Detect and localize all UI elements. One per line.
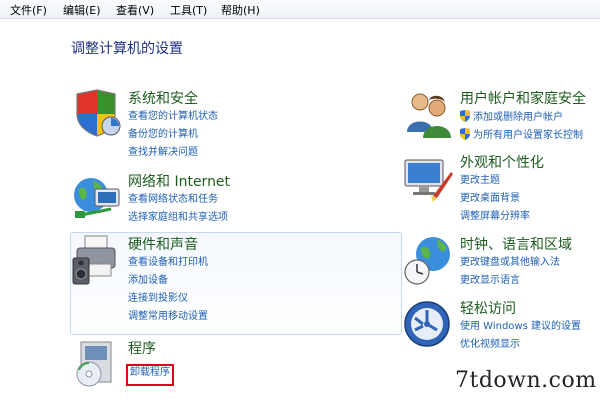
menu-bar: 文件(F) 编辑(E) 查看(V) 工具(T) 帮助(H) [0, 0, 600, 19]
uac-shield-icon [460, 110, 470, 122]
category-title[interactable]: 程序 [128, 338, 156, 358]
link-backup-computer[interactable]: 备份您的计算机 [128, 128, 218, 146]
link-screen-resolution[interactable]: 调整屏幕分辨率 [460, 210, 530, 228]
category-network-internet: 网络和 Internet 查看网络状态和任务 选择家庭组和共享选项 [71, 171, 371, 227]
network-globe-icon [74, 178, 120, 218]
link-change-display-language[interactable]: 更改显示语言 [460, 274, 560, 292]
link-add-remove-accounts[interactable]: 添加或删除用户帐户 [460, 110, 583, 128]
link-network-status[interactable]: 查看网络状态和任务 [128, 193, 228, 211]
menu-edit[interactable]: 编辑(E) [63, 2, 101, 18]
monitor-paint-icon [404, 159, 453, 202]
menu-file[interactable]: 文件(F) [10, 2, 47, 18]
link-troubleshoot[interactable]: 查找并解决问题 [128, 146, 218, 164]
link-mobility-settings[interactable]: 调整常用移动设置 [128, 310, 208, 328]
uac-shield-icon [460, 128, 470, 140]
category-title[interactable]: 网络和 Internet [128, 171, 230, 191]
menu-help[interactable]: 帮助(H) [221, 2, 260, 18]
link-desktop-background[interactable]: 更改桌面背景 [460, 192, 530, 210]
category-ease-of-access: 轻松访问 使用 Windows 建议的设置 优化视频显示 [403, 298, 600, 354]
accessibility-icon [404, 301, 450, 347]
link-homegroup-sharing[interactable]: 选择家庭组和共享选项 [128, 211, 228, 229]
category-hardware-sound: 硬件和声音 查看设备和打印机 添加设备 连接到投影仪 调整常用移动设置 [71, 234, 371, 330]
category-clock-language: 时钟、语言和区域 更改键盘或其他输入法 更改显示语言 [403, 234, 600, 290]
link-devices-printers[interactable]: 查看设备和打印机 [128, 256, 208, 274]
link-connect-projector[interactable]: 连接到投影仪 [128, 292, 208, 310]
link-change-input-method[interactable]: 更改键盘或其他输入法 [460, 256, 560, 274]
clock-globe-icon [404, 237, 450, 285]
category-appearance: 外观和个性化 更改主题 更改桌面背景 调整屏幕分辨率 [403, 152, 600, 226]
watermark: 7tdown.com [455, 368, 597, 393]
category-title[interactable]: 硬件和声音 [128, 234, 198, 254]
link-parental-controls[interactable]: 为所有用户设置家长控制 [460, 128, 583, 146]
link-windows-recommended-settings[interactable]: 使用 Windows 建议的设置 [460, 320, 581, 338]
category-title[interactable]: 轻松访问 [460, 298, 516, 318]
link-uninstall-program[interactable]: 卸载程序 [126, 364, 174, 386]
printer-speaker-icon [72, 235, 116, 285]
category-title[interactable]: 时钟、语言和区域 [460, 234, 572, 254]
category-title[interactable]: 系统和安全 [128, 88, 198, 108]
link-optimize-display[interactable]: 优化视频显示 [460, 338, 581, 356]
category-system-security: 系统和安全 查看您的计算机状态 备份您的计算机 查找并解决问题 [71, 88, 371, 158]
category-user-accounts: 用户帐户和家庭安全 添加或删除用户帐户 为所有用户设置家长控制 [403, 88, 600, 144]
link-add-device[interactable]: 添加设备 [128, 274, 208, 292]
page-title: 调整计算机的设置 [71, 41, 183, 57]
users-icon [407, 93, 451, 138]
menu-view[interactable]: 查看(V) [116, 2, 154, 18]
security-shield-icon [76, 89, 121, 137]
link-view-computer-status[interactable]: 查看您的计算机状态 [128, 110, 218, 128]
programs-disc-icon [76, 341, 112, 387]
menu-tools[interactable]: 工具(T) [170, 2, 207, 18]
category-title[interactable]: 外观和个性化 [460, 152, 544, 172]
category-title[interactable]: 用户帐户和家庭安全 [460, 88, 586, 108]
category-programs: 程序 卸载程序 [71, 338, 371, 387]
link-change-theme[interactable]: 更改主题 [460, 174, 530, 192]
